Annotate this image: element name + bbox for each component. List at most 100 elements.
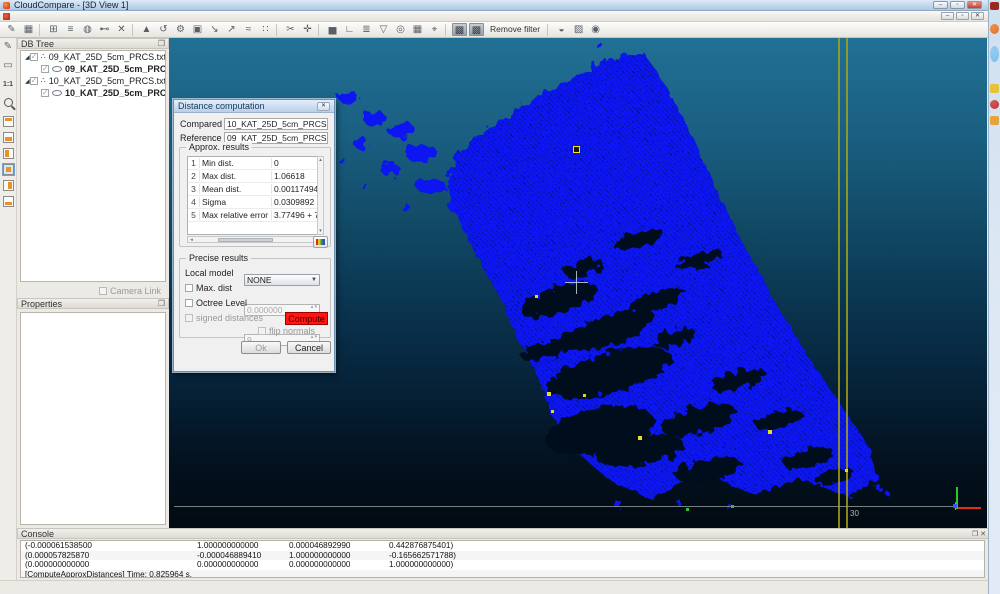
row-number: 1 xyxy=(188,158,200,168)
filter-icon[interactable]: ▽ xyxy=(376,23,391,36)
edl-shader-icon[interactable]: ▩ xyxy=(452,23,467,36)
gradient-icon[interactable]: ≣ xyxy=(359,23,374,36)
tree-item-09-file[interactable]: 09_KAT_25D_5cm_PRCS.txt (H:/Gr... xyxy=(21,51,165,63)
visibility-checkbox[interactable] xyxy=(30,53,38,61)
scroll-left-icon[interactable] xyxy=(189,237,194,243)
cloud-entity-icon xyxy=(52,90,62,96)
numbered-app-icon[interactable] xyxy=(990,116,999,125)
set-top-view-button[interactable] xyxy=(3,116,14,127)
console-bubble-icon[interactable]: ◍ xyxy=(80,23,95,36)
pattern-icon[interactable]: ▨ xyxy=(571,23,586,36)
ok-button[interactable]: Ok xyxy=(241,341,281,354)
minimize-button[interactable] xyxy=(933,1,948,9)
remove-filter-button[interactable]: Remove filter xyxy=(486,23,544,36)
interactors-pencil-icon[interactable]: ✎ xyxy=(2,41,15,52)
compared-field[interactable]: 10_KAT_25D_5cm_PRCS - Cloud.registered xyxy=(224,118,328,130)
sphere-tool-icon[interactable]: ◎ xyxy=(393,23,408,36)
row-number: 4 xyxy=(188,197,200,207)
compared-row: Compared 10_KAT_25D_5cm_PRCS - Cloud.reg… xyxy=(180,118,328,130)
show-histogram-button[interactable] xyxy=(313,236,328,248)
dialog-titlebar[interactable]: Distance computation xyxy=(174,100,334,113)
flip-normals-checkbox[interactable] xyxy=(258,327,266,335)
set-front-view-button[interactable] xyxy=(3,132,14,143)
clone-icon[interactable]: ⊞ xyxy=(46,23,61,36)
console-title: Console xyxy=(21,529,54,539)
scroll-up-icon[interactable] xyxy=(318,157,323,163)
profile-icon[interactable]: ∟ xyxy=(342,23,357,36)
folder-icon[interactable] xyxy=(990,84,999,93)
horizontal-scrollbar[interactable] xyxy=(187,236,325,243)
set-back-view-button[interactable] xyxy=(3,164,14,175)
visibility-checkbox[interactable] xyxy=(41,89,49,97)
camera-link-checkbox[interactable] xyxy=(99,287,107,295)
set-bottom-view-button[interactable] xyxy=(3,196,14,207)
zoom-fit-icon[interactable] xyxy=(4,98,13,107)
set-right-view-button[interactable] xyxy=(3,180,14,191)
maximize-button[interactable] xyxy=(950,1,965,9)
segment-icon[interactable]: ✂ xyxy=(283,23,298,36)
delete-icon[interactable]: ✕ xyxy=(114,23,129,36)
save-icon[interactable]: ▦ xyxy=(21,23,36,36)
properties-icon[interactable]: ≡ xyxy=(63,23,78,36)
stats-icon[interactable]: ∷ xyxy=(258,23,273,36)
normals-icon[interactable]: ▲ xyxy=(139,23,154,36)
table-row[interactable]: 3 Mean dist. 0.00117494 xyxy=(188,183,317,196)
apply-transform-icon[interactable]: ⊷ xyxy=(97,23,112,36)
translate-icon[interactable]: ✛ xyxy=(300,23,315,36)
undock-icon[interactable] xyxy=(158,39,165,48)
zoom-in-icon[interactable]: ↗ xyxy=(224,23,239,36)
ssao-shader-icon[interactable]: ▩ xyxy=(469,23,484,36)
mdi-close-button[interactable] xyxy=(971,12,984,20)
screencast-icon[interactable]: ◒ xyxy=(554,23,569,36)
raster-icon[interactable]: ▦ xyxy=(410,23,425,36)
firefox-icon[interactable] xyxy=(990,24,999,34)
point-label-icon[interactable]: ⌖ xyxy=(427,23,442,36)
mdi-restore-button[interactable] xyxy=(956,12,969,20)
octree-icon[interactable]: ↺ xyxy=(156,23,171,36)
scalar-field-icon[interactable]: ≈ xyxy=(241,23,256,36)
console-log[interactable]: (-0.000061538500 1.000000000000 0.000046… xyxy=(20,540,985,578)
table-row[interactable]: 2 Max dist. 1.06618 xyxy=(188,170,317,183)
undock-icon[interactable] xyxy=(972,530,978,538)
snapshot-icon[interactable]: ▣ xyxy=(190,23,205,36)
close-button[interactable] xyxy=(967,1,982,9)
point-marker xyxy=(686,508,689,511)
toolbar-icon xyxy=(547,24,551,36)
background-close-icon[interactable] xyxy=(990,2,999,10)
signed-distances-checkbox[interactable] xyxy=(185,314,193,322)
scale-bar-label: 30 xyxy=(850,509,859,518)
compute-button[interactable]: Compute xyxy=(285,312,328,325)
vertical-scrollbar[interactable] xyxy=(317,156,324,235)
table-row[interactable]: 1 Min dist. 0 xyxy=(188,157,317,170)
table-row[interactable]: 4 Sigma 0.0309892 xyxy=(188,196,317,209)
octree-level-checkbox[interactable] xyxy=(185,299,193,307)
tree-item-10-file[interactable]: 10_KAT_25D_5cm_PRCS.txt (H:/Gr... xyxy=(21,75,165,87)
screen-capture-icon[interactable]: ▭ xyxy=(2,60,15,71)
set-left-view-button[interactable] xyxy=(3,148,14,159)
messenger-icon[interactable] xyxy=(990,46,999,62)
tree-item-10-cloud[interactable]: 10_KAT_25D_5cm_PRCS - Clo... xyxy=(21,87,165,99)
media-icon[interactable] xyxy=(990,100,999,109)
globe-icon[interactable]: ◉ xyxy=(588,23,603,36)
close-icon[interactable] xyxy=(980,530,986,538)
zoom-1-1-button[interactable]: 1:1 xyxy=(2,79,15,90)
max-dist-checkbox[interactable] xyxy=(185,284,193,292)
main-toolbar: ✎▦⊞≡◍⊷✕▲↺⚙▣↘↗≈∷✂✛▅∟≣▽◎▦⌖▩▩Remove filter◒… xyxy=(0,22,988,38)
cancel-button[interactable]: Cancel xyxy=(287,341,331,354)
visibility-checkbox[interactable] xyxy=(41,65,49,73)
histogram-icon[interactable]: ▅ xyxy=(325,23,340,36)
properties-title: Properties xyxy=(21,299,62,309)
undock-icon[interactable] xyxy=(158,299,165,308)
dialog-close-icon[interactable] xyxy=(317,102,330,111)
scrollbar-thumb[interactable] xyxy=(218,238,273,242)
camera-link-control: Camera Link xyxy=(99,286,161,296)
scroll-down-icon[interactable] xyxy=(318,228,323,234)
tree-item-09-cloud[interactable]: 09_KAT_25D_5cm_PRCS - Cloud xyxy=(21,63,165,75)
point-marker xyxy=(583,394,586,397)
table-row[interactable]: 5 Max relative error 3.77496 + 79.9713/d… xyxy=(188,209,317,222)
visibility-checkbox[interactable] xyxy=(30,77,38,85)
mdi-minimize-button[interactable] xyxy=(941,12,954,20)
open-icon[interactable]: ✎ xyxy=(4,23,19,36)
zoom-out-icon[interactable]: ↘ xyxy=(207,23,222,36)
mesh-icon[interactable]: ⚙ xyxy=(173,23,188,36)
